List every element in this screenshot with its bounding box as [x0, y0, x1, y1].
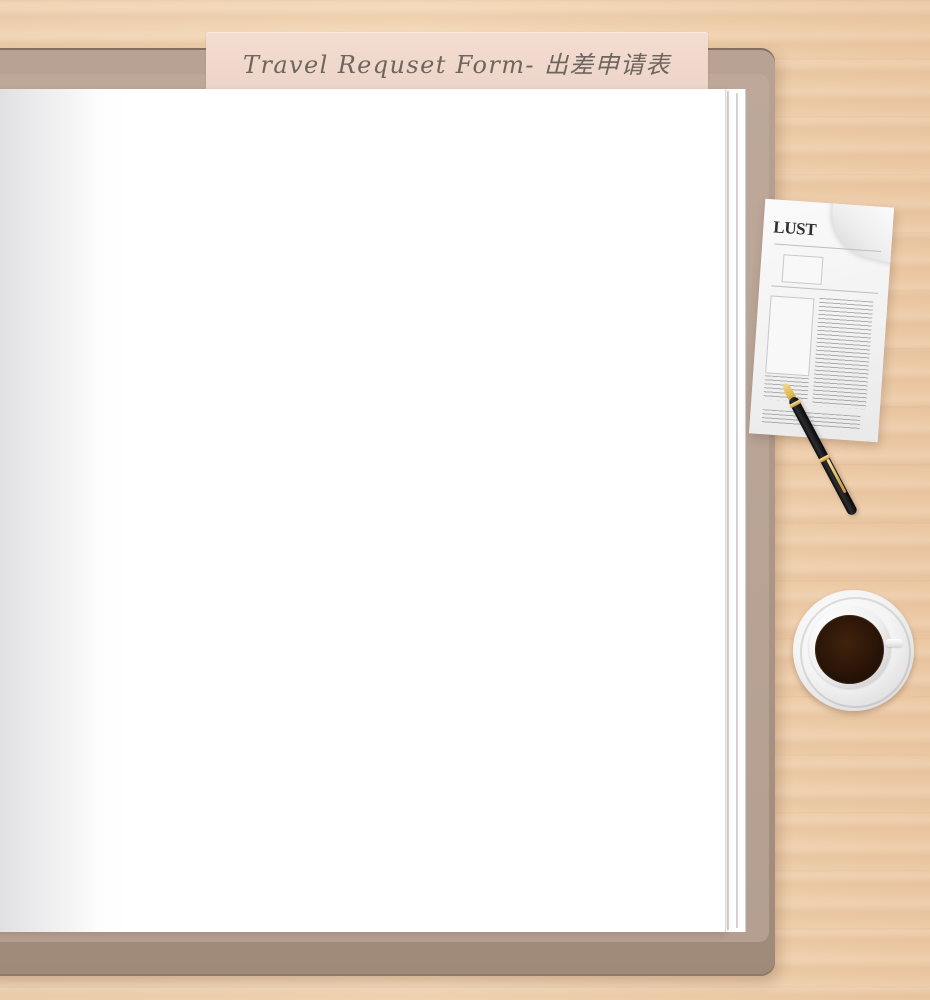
section-rule	[771, 285, 879, 294]
newspaper-headline: LUST	[772, 217, 817, 240]
newspaper-photo-large	[765, 295, 815, 377]
blank-form-page	[0, 89, 726, 932]
newspaper-page: LUST	[748, 198, 895, 443]
newspaper-text-column	[812, 297, 874, 410]
coffee-liquid	[815, 615, 884, 684]
cup-handle	[885, 639, 903, 647]
paper-stack	[0, 89, 746, 932]
form-title: Travel Requset Form- 出差申请表	[243, 50, 671, 79]
coffee-cup	[793, 590, 914, 711]
form-title-tab: Travel Requset Form- 出差申请表	[206, 32, 708, 92]
paper-curl	[822, 198, 895, 264]
newspaper-photo-small	[781, 254, 824, 285]
